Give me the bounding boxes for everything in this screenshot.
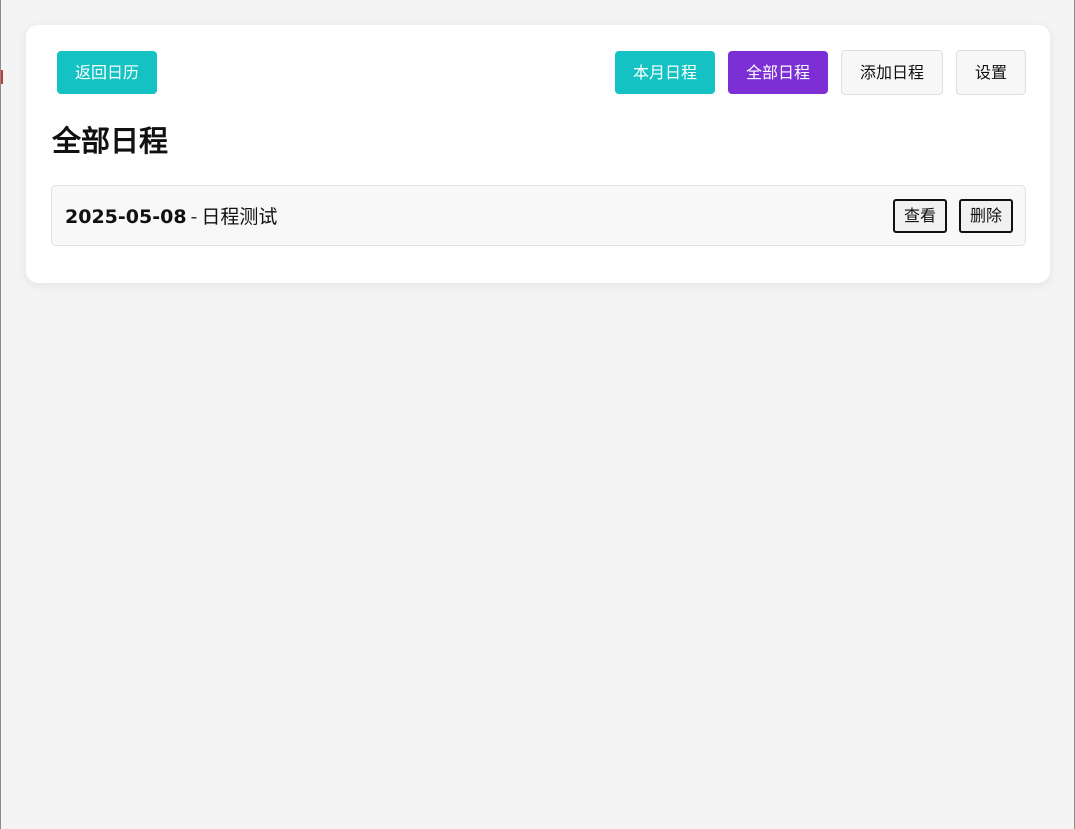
- event-list-item: 2025-05-08- 日程测试 查看 删除: [51, 185, 1026, 246]
- toolbar: 返回日历 本月日程 全部日程 添加日程 设置: [57, 50, 1026, 95]
- event-summary: 2025-05-08- 日程测试: [65, 202, 277, 229]
- event-actions: 查看 删除: [892, 198, 1013, 233]
- window-edge-marker: [1, 70, 3, 84]
- schedule-card: 返回日历 本月日程 全部日程 添加日程 设置 全部日程 2025-05-08- 日…: [26, 25, 1050, 283]
- all-schedule-button[interactable]: 全部日程: [727, 51, 828, 94]
- event-title: 日程测试: [201, 206, 278, 228]
- app-window: { "toolbar": { "back_label": "返回日历", "mo…: [0, 0, 1075, 829]
- back-to-calendar-button[interactable]: 返回日历: [57, 51, 158, 94]
- add-schedule-button[interactable]: 添加日程: [840, 50, 943, 95]
- view-event-button[interactable]: 查看: [892, 198, 947, 233]
- event-separator: -: [190, 206, 198, 228]
- delete-event-button[interactable]: 删除: [958, 198, 1013, 233]
- month-schedule-button[interactable]: 本月日程: [614, 51, 715, 94]
- settings-button[interactable]: 设置: [955, 50, 1026, 95]
- toolbar-actions: 本月日程 全部日程 添加日程 设置: [614, 50, 1026, 95]
- event-date: 2025-05-08: [65, 206, 187, 228]
- page-title: 全部日程: [52, 124, 169, 158]
